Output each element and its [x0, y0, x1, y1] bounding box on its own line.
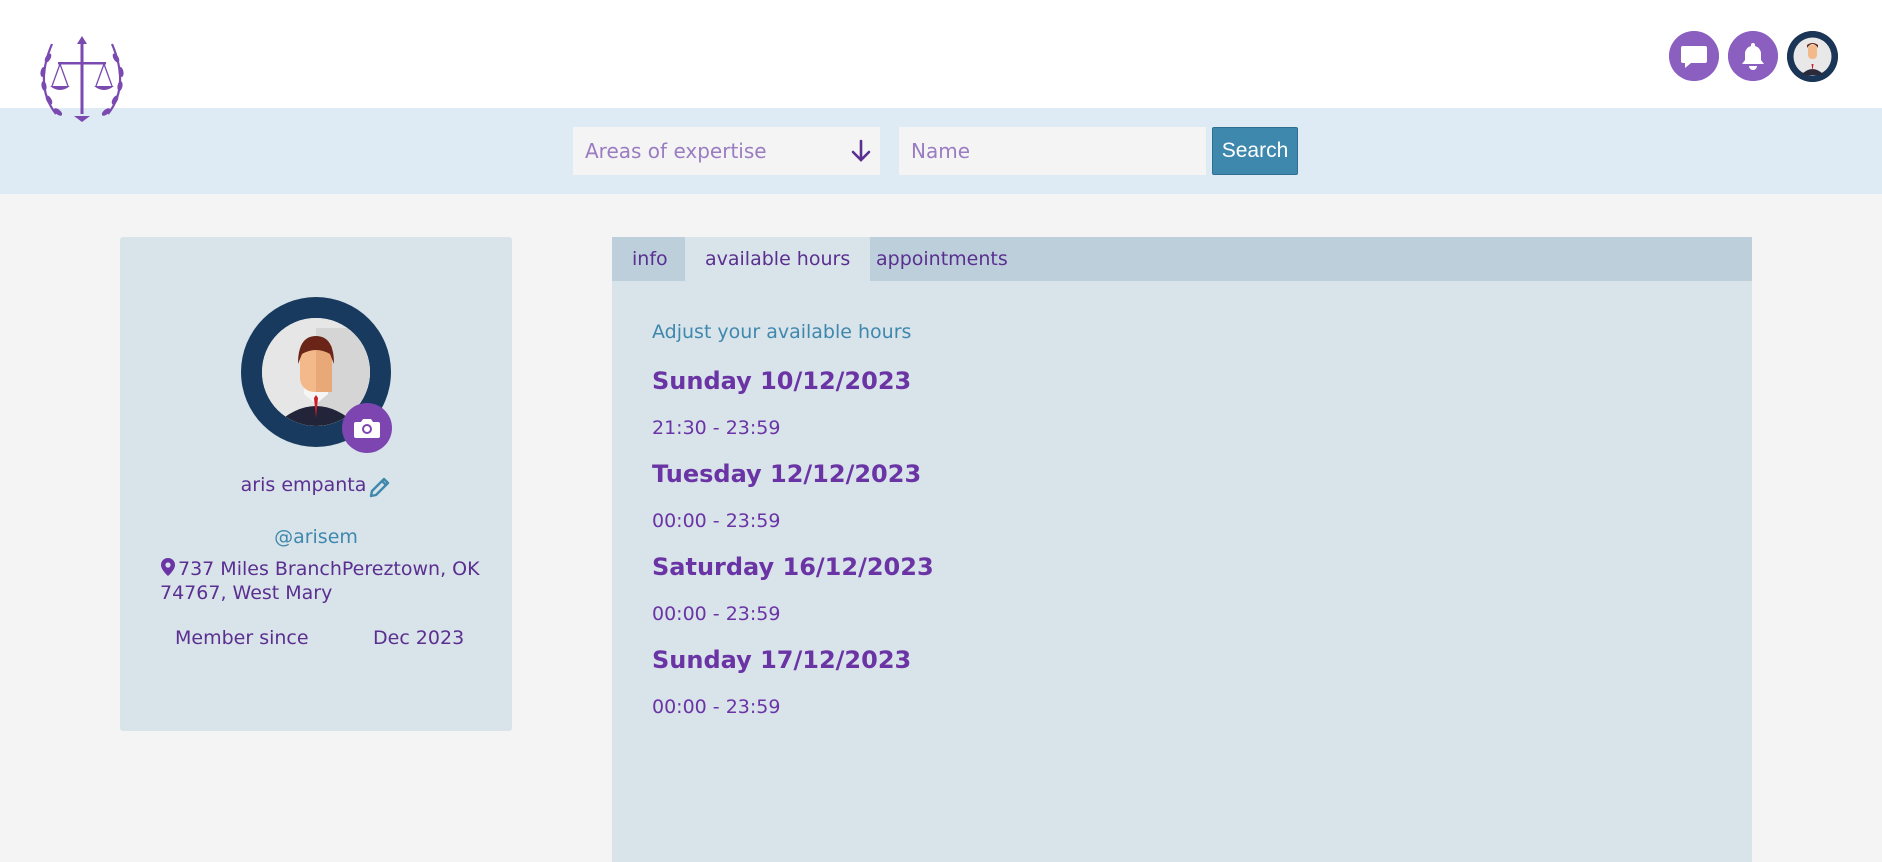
camera-icon [354, 419, 380, 438]
tab-available-hours[interactable]: available hours [685, 237, 871, 281]
available-hours-title: Adjust your available hours [652, 321, 912, 343]
day-hours: 00:00 - 23:59 [652, 510, 781, 532]
day-hours: 00:00 - 23:59 [652, 603, 781, 625]
pencil-icon[interactable] [368, 473, 394, 499]
profile-address-text: 737 Miles BranchPereztown, OK 74767, Wes… [160, 558, 480, 604]
day-date: Saturday 16/12/2023 [652, 553, 934, 581]
logo-icon[interactable] [34, 28, 130, 132]
expertise-select-label: Areas of expertise [585, 139, 767, 163]
profile-name-row: aris empanta [120, 474, 512, 496]
day-entry[interactable]: Sunday 10/12/2023 21:30 - 23:59 [652, 367, 911, 439]
change-photo-button[interactable] [342, 403, 392, 453]
top-header [0, 0, 1882, 108]
profile-address: 737 Miles BranchPereztown, OK 74767, Wes… [160, 557, 480, 605]
profile-name: aris empanta [240, 474, 367, 496]
tab-bar: info available hours appointments [612, 237, 1752, 281]
profile-card: aris empanta @arisem 737 Miles BranchPer… [120, 237, 512, 731]
day-entry[interactable]: Sunday 17/12/2023 00:00 - 23:59 [652, 646, 911, 718]
name-search-input[interactable] [899, 127, 1206, 175]
day-entry[interactable]: Tuesday 12/12/2023 00:00 - 23:59 [652, 460, 921, 532]
messages-icon[interactable] [1669, 31, 1719, 81]
day-date: Sunday 17/12/2023 [652, 646, 912, 674]
day-date: Sunday 10/12/2023 [652, 367, 912, 395]
day-hours: 21:30 - 23:59 [652, 417, 781, 439]
bell-icon[interactable] [1728, 31, 1778, 81]
member-since-value: Dec 2023 [373, 627, 465, 649]
tab-info[interactable]: info [612, 237, 688, 281]
member-since-label: Member since [175, 627, 309, 649]
profile-handle: @arisem [274, 526, 358, 548]
day-hours: 00:00 - 23:59 [652, 696, 781, 718]
profile-tabs-panel: info available hours appointments Adjust… [612, 237, 1752, 862]
search-button[interactable]: Search [1212, 127, 1298, 175]
day-entry[interactable]: Saturday 16/12/2023 00:00 - 23:59 [652, 553, 934, 625]
expertise-select[interactable]: Areas of expertise [573, 127, 880, 175]
header-avatar[interactable] [1787, 31, 1838, 82]
day-date: Tuesday 12/12/2023 [652, 460, 922, 488]
map-pin-icon [161, 558, 175, 576]
tab-appointments[interactable]: appointments [856, 237, 1028, 281]
arrow-down-icon [851, 139, 871, 162]
